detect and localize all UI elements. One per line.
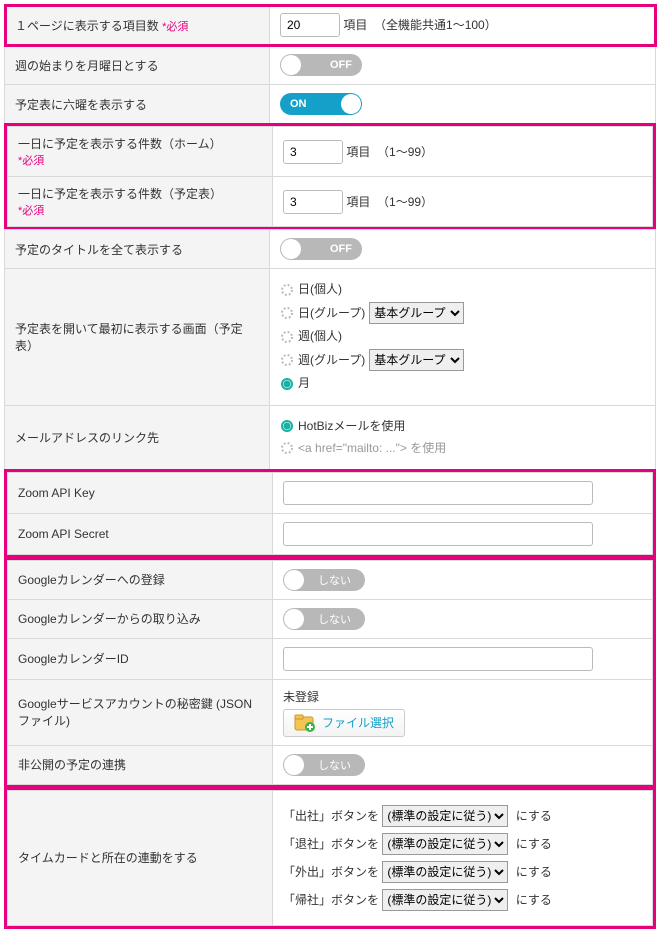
zoom-key-label: Zoom API Key (8, 472, 273, 513)
items-per-page-value: 項目 （全機能共通1～100） (270, 5, 656, 46)
week-monday-toggle[interactable]: OFF (280, 54, 362, 76)
gcal-import-toggle[interactable]: しない (283, 608, 365, 630)
timecard-label: タイムカードと所在の連動をする (8, 790, 273, 925)
radio-hotbiz-mail[interactable]: HotBizメールを使用 (280, 417, 645, 436)
first-screen-value: 日(個人) 日(グループ) 基本グループ 週(個人) 週(グループ) 基本グルー… (270, 269, 656, 406)
zoom-key-input[interactable] (283, 481, 593, 505)
timecard-row-shussha: 「出社」ボタンを (標準の設定に従う) にする (283, 805, 642, 827)
timecard-row-kisha: 「帰社」ボタンを (標準の設定に従う) にする (283, 889, 642, 911)
radio-month[interactable]: 月 (280, 374, 645, 393)
week-monday-label: 週の始まりを月曜日とする (5, 46, 270, 85)
folder-plus-icon (294, 714, 316, 732)
title-all-label: 予定のタイトルを全て表示する (5, 230, 270, 269)
required-mark: *必須 (162, 21, 188, 33)
items-per-page-label: １ページに表示する項目数 *必須 (5, 5, 270, 46)
rokuyou-toggle[interactable]: ON (280, 93, 362, 115)
gservice-key-status: 未登録 (283, 688, 642, 705)
first-screen-label: 予定表を開いて最初に表示する画面（予定表） (5, 269, 270, 406)
timecard-select-3[interactable]: (標準の設定に従う) (382, 889, 508, 911)
schedule-items-label: 一日に予定を表示する件数（予定表） *必須 (8, 177, 273, 227)
timecard-row-taisha: 「退社」ボタンを (標準の設定に従う) にする (283, 833, 642, 855)
title-all-toggle[interactable]: OFF (280, 238, 362, 260)
radio-week-group[interactable]: 週(グループ) 基本グループ (280, 349, 645, 371)
timecard-select-2[interactable]: (標準の設定に従う) (382, 861, 508, 883)
radio-mailto[interactable]: <a href="mailto: ..."> を使用 (280, 439, 645, 458)
zoom-secret-label: Zoom API Secret (8, 513, 273, 554)
mail-link-label: メールアドレスのリンク先 (5, 405, 270, 469)
items-per-page-input[interactable] (280, 13, 340, 37)
rokuyou-label: 予定表に六曜を表示する (5, 85, 270, 124)
timecard-select-1[interactable]: (標準の設定に従う) (382, 833, 508, 855)
gcal-register-toggle[interactable]: しない (283, 569, 365, 591)
gservice-key-label: Googleサービスアカウントの秘密鍵 (JSONファイル) (8, 679, 273, 745)
radio-week-personal[interactable]: 週(個人) (280, 327, 645, 346)
day-group-select[interactable]: 基本グループ (369, 302, 464, 324)
gcal-register-label: Googleカレンダーへの登録 (8, 560, 273, 599)
gcal-id-label: GoogleカレンダーID (8, 638, 273, 679)
gcal-import-label: Googleカレンダーからの取り込み (8, 599, 273, 638)
week-group-select[interactable]: 基本グループ (369, 349, 464, 371)
radio-day-group[interactable]: 日(グループ) 基本グループ (280, 302, 645, 324)
timecard-select-0[interactable]: (標準の設定に従う) (382, 805, 508, 827)
timecard-value: 「出社」ボタンを (標準の設定に従う) にする 「退社」ボタンを (標準の設定に… (273, 790, 653, 925)
home-items-input[interactable] (283, 140, 343, 164)
home-items-label: 一日に予定を表示する件数（ホーム） *必須 (8, 127, 273, 177)
radio-day-personal[interactable]: 日(個人) (280, 280, 645, 299)
timecard-row-gaishutsu: 「外出」ボタンを (標準の設定に従う) にする (283, 861, 642, 883)
gcal-id-input[interactable] (283, 647, 593, 671)
zoom-secret-input[interactable] (283, 522, 593, 546)
private-link-label: 非公開の予定の連携 (8, 745, 273, 784)
private-link-toggle[interactable]: しない (283, 754, 365, 776)
schedule-items-input[interactable] (283, 190, 343, 214)
file-select-button[interactable]: ファイル選択 (283, 709, 405, 737)
